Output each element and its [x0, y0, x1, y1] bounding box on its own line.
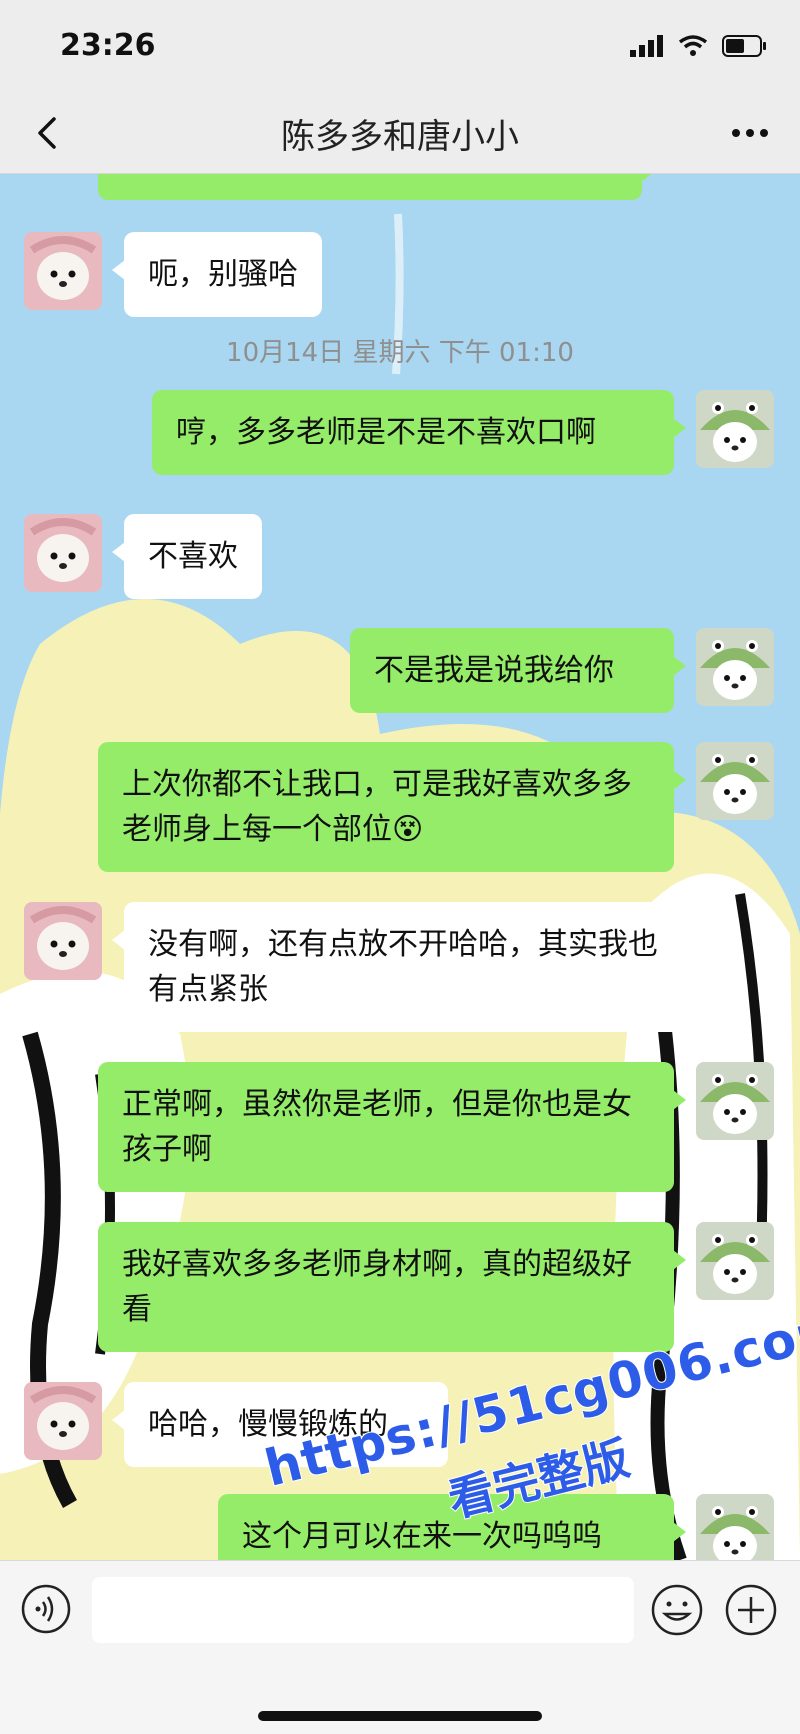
status-icons — [630, 34, 768, 58]
dog-avatar-icon — [24, 1382, 102, 1460]
status-time: 23:26 — [60, 28, 156, 63]
battery-icon — [722, 35, 766, 57]
frog-hat-dog-avatar-icon — [696, 390, 774, 468]
user-avatar[interactable] — [696, 742, 774, 820]
message-bubble-sent[interactable]: 正常啊，虽然你是老师，但是你也是女孩子啊 — [98, 1062, 686, 1192]
status-bar: 23:26 — [0, 0, 800, 95]
message-bubble-sent[interactable] — [98, 174, 654, 200]
voice-icon[interactable] — [20, 1583, 72, 1635]
dog-avatar-icon — [24, 232, 102, 310]
contact-avatar[interactable] — [24, 1382, 102, 1460]
contact-avatar[interactable] — [24, 232, 102, 310]
dog-avatar-icon — [24, 902, 102, 980]
dog-avatar-icon — [24, 514, 102, 592]
message-text: 上次你都不让我口，可是我好喜欢多多老师身上每一个部位 — [122, 767, 632, 847]
user-avatar[interactable] — [696, 1494, 774, 1560]
message-input[interactable] — [92, 1577, 634, 1643]
chat-area[interactable]: 呃，别骚哈 10月14日 星期六 下午 01:10 哼，多多老师是不是不喜欢口啊… — [0, 174, 800, 1560]
plus-icon[interactable] — [724, 1583, 778, 1637]
frog-hat-dog-avatar-icon — [696, 742, 774, 820]
message-bubble-sent[interactable]: 不是我是说我给你 — [350, 628, 686, 713]
contact-avatar[interactable] — [24, 902, 102, 980]
message-bubble-sent[interactable]: 上次你都不让我口，可是我好喜欢多多老师身上每一个部位😵 — [98, 742, 686, 872]
user-avatar[interactable] — [696, 628, 774, 706]
message-bubble-received[interactable]: 不喜欢 — [112, 514, 262, 599]
message-bubble-received[interactable]: 呃，别骚哈 — [112, 232, 322, 317]
more-icon[interactable] — [730, 123, 770, 143]
input-bar — [0, 1560, 800, 1734]
dizzy-face-emoji: 😵 — [392, 812, 424, 847]
nav-bar: 陈多多和唐小小 — [0, 95, 800, 174]
message-bubble-received[interactable]: 没有啊，还有点放不开哈哈，其实我也有点紧张 — [112, 902, 700, 1032]
chat-title: 陈多多和唐小小 — [281, 117, 519, 157]
wifi-icon — [678, 35, 708, 56]
signal-icon — [630, 35, 663, 57]
home-indicator[interactable] — [258, 1711, 542, 1721]
frog-hat-dog-avatar-icon — [696, 628, 774, 706]
message-timestamp: 10月14日 星期六 下午 01:10 — [226, 338, 574, 368]
contact-avatar[interactable] — [24, 514, 102, 592]
user-avatar[interactable] — [696, 1062, 774, 1140]
user-avatar[interactable] — [696, 390, 774, 468]
emoji-icon[interactable] — [650, 1583, 704, 1637]
message-bubble-sent[interactable]: 哼，多多老师是不是不喜欢口啊 — [152, 390, 686, 475]
frog-hat-dog-avatar-icon — [696, 1494, 774, 1560]
frog-hat-dog-avatar-icon — [696, 1062, 774, 1140]
